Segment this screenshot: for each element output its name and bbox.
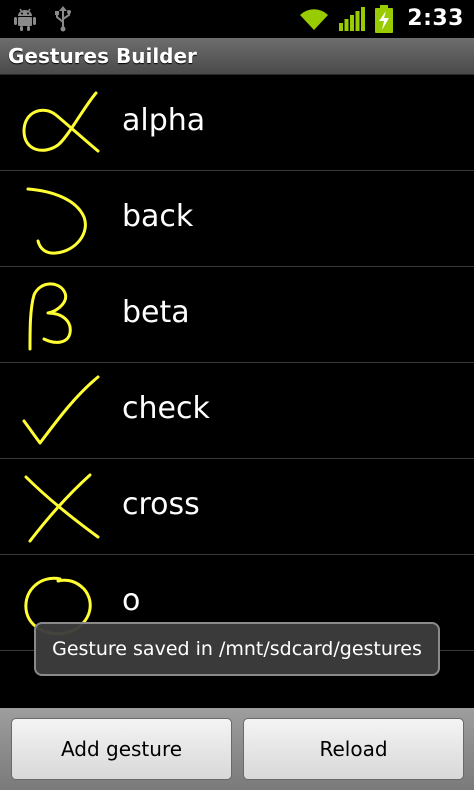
gesture-item-back[interactable]: back	[0, 171, 474, 267]
gesture-item-beta[interactable]: beta	[0, 267, 474, 363]
status-notifications	[14, 6, 72, 32]
bottom-button-bar: Add gesture Reload	[0, 708, 474, 790]
check-gesture-icon	[14, 373, 104, 449]
gesture-name: o	[122, 583, 141, 618]
alpha-gesture-icon	[14, 85, 104, 161]
gesture-name: beta	[122, 295, 190, 330]
status-bar: 2:33	[0, 0, 474, 38]
gesture-name: cross	[122, 487, 200, 522]
reload-button[interactable]: Reload	[243, 718, 464, 780]
beta-gesture-icon	[14, 277, 104, 353]
status-indicators: 2:33	[299, 4, 464, 34]
status-time: 2:33	[407, 6, 464, 31]
add-gesture-button[interactable]: Add gesture	[11, 718, 232, 780]
gesture-name: alpha	[122, 103, 206, 138]
gesture-item-cross[interactable]: cross	[0, 459, 474, 555]
wifi-icon	[299, 7, 329, 31]
usb-icon	[54, 6, 72, 32]
signal-icon	[339, 7, 366, 31]
gesture-list: alpha back beta check cross o	[0, 75, 474, 651]
title-bar: Gestures Builder	[0, 38, 474, 75]
toast-message: Gesture saved in /mnt/sdcard/gestures	[34, 622, 440, 676]
gesture-name: back	[122, 199, 194, 234]
gesture-item-alpha[interactable]: alpha	[0, 75, 474, 171]
gestures-builder-screen: 2:33 Gestures Builder alpha back beta ch…	[0, 0, 474, 790]
android-icon	[14, 7, 36, 31]
gesture-name: check	[122, 391, 210, 426]
battery-charging-icon	[375, 5, 394, 33]
cross-gesture-icon	[14, 469, 104, 545]
app-title: Gestures Builder	[8, 44, 197, 68]
gesture-item-check[interactable]: check	[0, 363, 474, 459]
back-gesture-icon	[14, 181, 104, 257]
